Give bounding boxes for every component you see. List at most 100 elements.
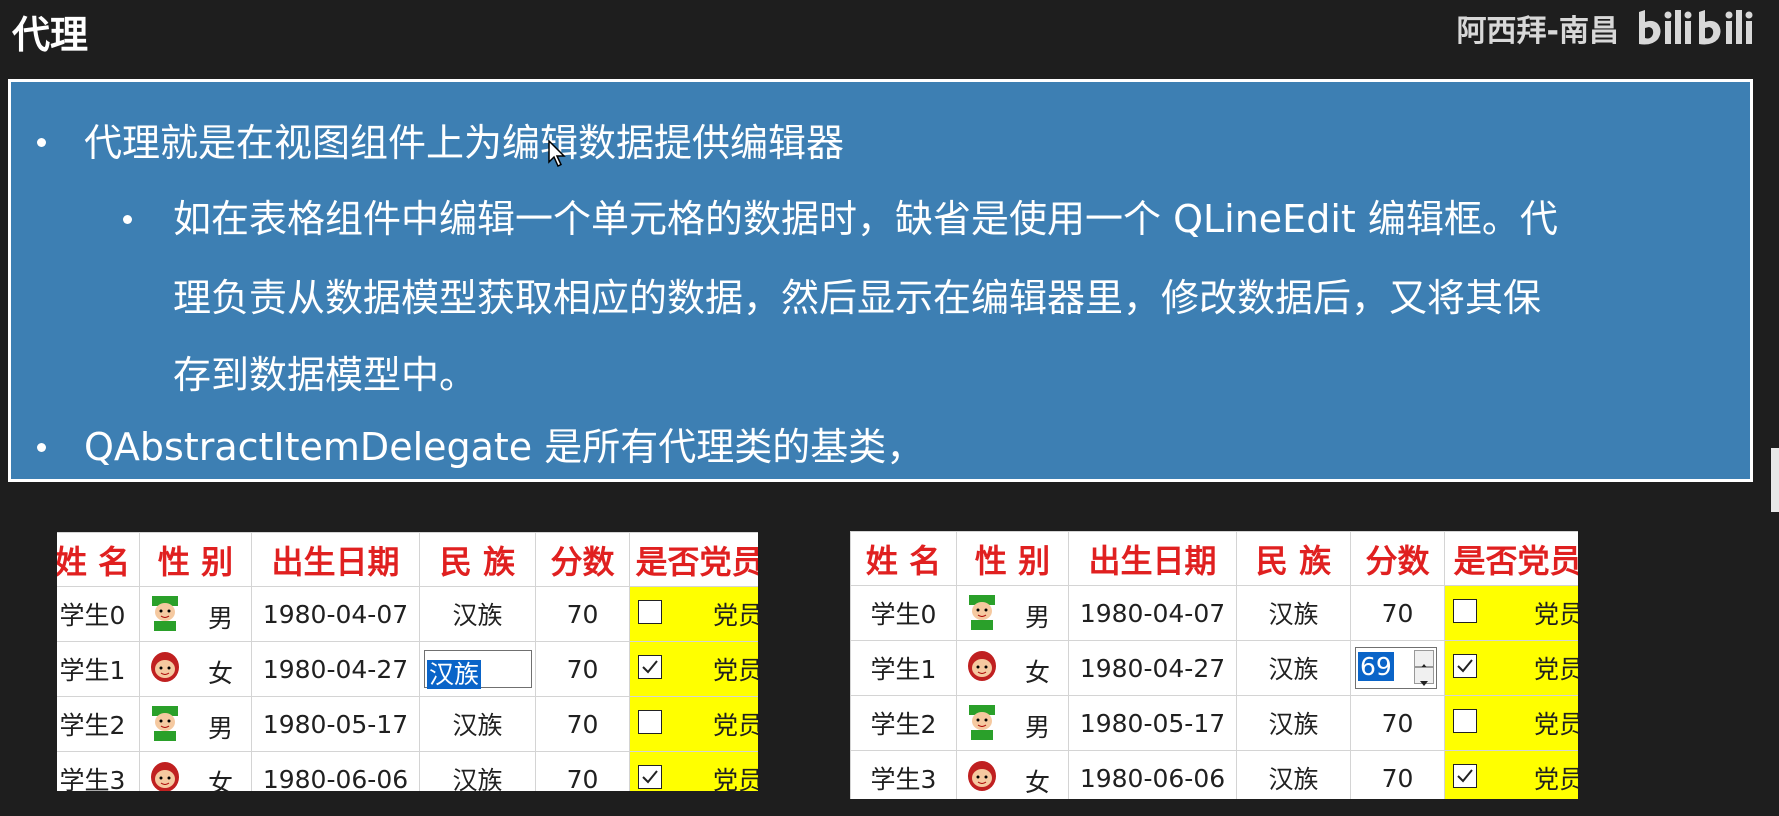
party-checkbox-checked[interactable] [1453, 654, 1477, 678]
sub-bullet-line-3: 存到数据模型中。 [173, 353, 478, 397]
cell-party[interactable]: 党员 [629, 641, 758, 697]
cell-score[interactable]: 70 [535, 641, 630, 697]
party-checkbox[interactable] [1453, 599, 1477, 623]
cell-gender[interactable]: 女 [956, 750, 1069, 799]
cell-name[interactable]: 学生0 [57, 586, 140, 642]
gender-text: 男 [207, 714, 233, 743]
party-checkbox[interactable] [1453, 709, 1477, 733]
party-checkbox[interactable] [638, 710, 662, 734]
header-birth[interactable]: 出生日期 [251, 532, 420, 587]
boy-icon [152, 596, 178, 631]
cell-score-editing[interactable]: 69 [1350, 640, 1445, 696]
table-left: 姓 名 性 别 出生日期 民 族 分数 是否党员 学生0 男 1980-04-0… [57, 532, 758, 791]
header-gender[interactable]: 性 别 [956, 531, 1069, 586]
cell-party[interactable]: 党员 [1444, 640, 1578, 696]
score-spinbox[interactable]: 69 [1355, 647, 1437, 689]
cell-name[interactable]: 学生1 [57, 641, 140, 697]
cell-score[interactable]: 70 [535, 696, 630, 752]
table-left-viewport: 姓 名 性 别 出生日期 民 族 分数 是否党员 学生0 男 1980-04-0… [57, 532, 758, 791]
cell-score[interactable]: 70 [1350, 750, 1445, 799]
cell-gender[interactable]: 女 [139, 641, 252, 697]
cell-birth[interactable]: 1980-06-06 [1068, 750, 1237, 799]
gender-text: 男 [1024, 713, 1050, 742]
cell-name[interactable]: 学生1 [850, 640, 957, 696]
table-row[interactable]: 学生0 男 1980-04-07 汉族 70 党员 [850, 585, 1578, 641]
cell-ethnic[interactable]: 汉族 [1236, 695, 1351, 751]
cell-name[interactable]: 学生0 [850, 585, 957, 641]
selected-text: 69 [1358, 652, 1394, 681]
cell-score[interactable]: 70 [535, 751, 630, 791]
table-row[interactable]: 学生3 女 1980-06-06 汉族 70 党员 [57, 751, 758, 791]
girl-icon [151, 762, 179, 791]
scrollbar-edge [1771, 448, 1779, 512]
cell-birth[interactable]: 1980-05-17 [251, 696, 420, 752]
cell-name[interactable]: 学生3 [57, 751, 140, 791]
cell-party[interactable]: 党员 [629, 586, 758, 642]
cell-gender[interactable]: 女 [956, 640, 1069, 696]
cell-birth[interactable]: 1980-04-27 [1068, 640, 1237, 696]
cell-name[interactable]: 学生2 [850, 695, 957, 751]
gender-text: 女 [207, 769, 233, 791]
cell-ethnic[interactable]: 汉族 [1236, 750, 1351, 799]
gender-text: 男 [207, 604, 233, 633]
party-label: 党员 [1533, 765, 1578, 794]
header-ethnic[interactable]: 民 族 [1236, 531, 1351, 586]
table-row[interactable]: 学生2 男 1980-05-17 汉族 70 党员 [850, 695, 1578, 751]
party-label: 党员 [1533, 600, 1578, 629]
cell-ethnic-editing[interactable]: 汉族 [419, 641, 536, 697]
party-label: 党员 [712, 601, 758, 630]
header-score[interactable]: 分数 [535, 532, 630, 587]
cell-name[interactable]: 学生2 [57, 696, 140, 752]
watermark: 阿西拜-南昌 [1457, 6, 1767, 50]
header-name[interactable]: 姓 名 [850, 531, 957, 586]
cell-party[interactable]: 党员 [1444, 585, 1578, 641]
cell-birth[interactable]: 1980-06-06 [251, 751, 420, 791]
cell-ethnic[interactable]: 汉族 [1236, 585, 1351, 641]
party-checkbox-checked[interactable] [638, 655, 662, 679]
cell-ethnic[interactable]: 汉族 [419, 696, 536, 752]
header-birth[interactable]: 出生日期 [1068, 531, 1237, 586]
table-row[interactable]: 学生0 男 1980-04-07 汉族 70 党员 [57, 586, 758, 642]
gender-text: 女 [1024, 658, 1050, 687]
cell-party[interactable]: 党员 [629, 751, 758, 791]
cell-name[interactable]: 学生3 [850, 750, 957, 799]
party-checkbox-checked[interactable] [1453, 764, 1477, 788]
header-ethnic[interactable]: 民 族 [419, 532, 536, 587]
header-name[interactable]: 姓 名 [57, 532, 140, 587]
cell-ethnic[interactable]: 汉族 [1236, 640, 1351, 696]
cell-party[interactable]: 党员 [1444, 750, 1578, 799]
table-row[interactable]: 学生1 女 1980-04-27 汉族 70 党员 [57, 641, 758, 697]
header-gender[interactable]: 性 别 [139, 532, 252, 587]
cell-party[interactable]: 党员 [629, 696, 758, 752]
cell-birth[interactable]: 1980-05-17 [1068, 695, 1237, 751]
checkmark-icon [642, 660, 658, 674]
table-row[interactable]: 学生3 女 1980-06-06 汉族 70 党员 [850, 750, 1578, 799]
spin-up-button[interactable] [1414, 650, 1434, 669]
header-party[interactable]: 是否党员 [1444, 531, 1578, 586]
cell-ethnic[interactable]: 汉族 [419, 751, 536, 791]
spin-down-button[interactable] [1414, 667, 1434, 686]
cell-score[interactable]: 70 [1350, 695, 1445, 751]
cell-birth[interactable]: 1980-04-07 [251, 586, 420, 642]
ethnic-line-edit[interactable]: 汉族 [424, 650, 532, 689]
cell-gender[interactable]: 男 [139, 696, 252, 752]
party-checkbox[interactable] [638, 600, 662, 624]
cell-gender[interactable]: 男 [956, 695, 1069, 751]
cell-gender[interactable]: 男 [956, 585, 1069, 641]
cell-birth[interactable]: 1980-04-07 [1068, 585, 1237, 641]
cell-party[interactable]: 党员 [1444, 695, 1578, 751]
cell-gender[interactable]: 男 [139, 586, 252, 642]
header-party[interactable]: 是否党员 [629, 532, 758, 587]
cell-score[interactable]: 70 [1350, 585, 1445, 641]
table-row[interactable]: 学生1 女 1980-04-27 汉族 69 党员 [850, 640, 1578, 696]
cell-gender[interactable]: 女 [139, 751, 252, 791]
cell-birth[interactable]: 1980-04-27 [251, 641, 420, 697]
gender-text: 女 [1024, 768, 1050, 797]
header-score[interactable]: 分数 [1350, 531, 1445, 586]
party-checkbox-checked[interactable] [638, 765, 662, 789]
slide-title: 代理 [12, 13, 89, 57]
table-row[interactable]: 学生2 男 1980-05-17 汉族 70 党员 [57, 696, 758, 752]
girl-icon [968, 761, 996, 791]
cell-ethnic[interactable]: 汉族 [419, 586, 536, 642]
cell-score[interactable]: 70 [535, 586, 630, 642]
